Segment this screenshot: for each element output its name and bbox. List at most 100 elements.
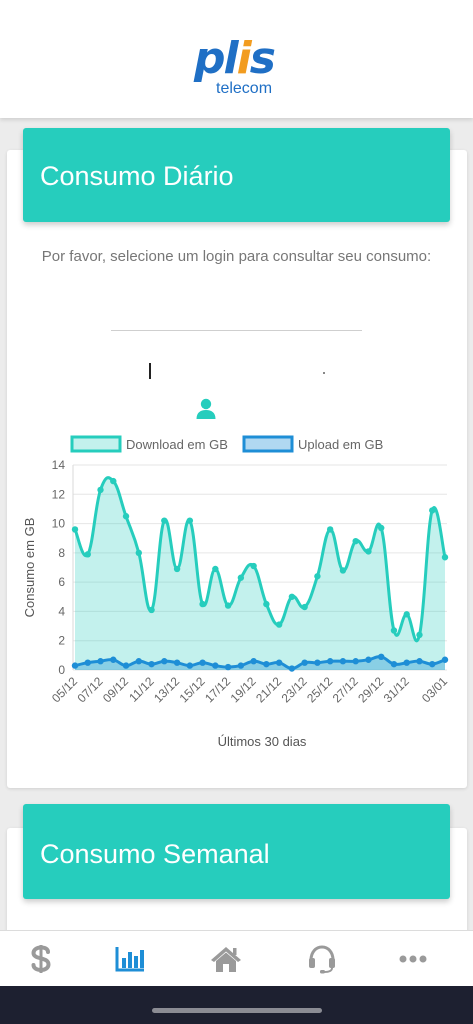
headset-icon xyxy=(309,945,335,974)
data-point xyxy=(390,627,398,634)
data-point xyxy=(250,658,257,665)
y-tick-label: 12 xyxy=(52,487,66,501)
nav-home[interactable] xyxy=(196,931,256,987)
y-tick-label: 4 xyxy=(58,604,65,618)
x-tick-label: 29/12 xyxy=(355,674,386,705)
daily-consumption-title: Consumo Diário xyxy=(40,161,234,191)
data-point xyxy=(441,656,449,663)
bottom-navigation xyxy=(0,930,473,986)
nav-billing[interactable] xyxy=(11,931,71,987)
data-point xyxy=(314,573,321,580)
data-point xyxy=(378,524,385,532)
x-tick-label: 23/12 xyxy=(279,674,310,705)
x-axis-title: Últimos 30 dias xyxy=(218,734,307,749)
data-point xyxy=(263,660,270,668)
nav-consumption[interactable] xyxy=(100,931,160,987)
data-point xyxy=(416,658,423,665)
data-point xyxy=(352,537,359,545)
dollar-icon xyxy=(31,945,51,973)
data-point xyxy=(212,662,219,669)
x-tick-label: 21/12 xyxy=(253,674,284,705)
weekly-consumption-title: Consumo Semanal xyxy=(40,839,270,869)
data-point xyxy=(212,565,219,573)
y-tick-label: 0 xyxy=(58,663,65,677)
data-point xyxy=(301,659,308,666)
data-point xyxy=(148,660,155,668)
data-point xyxy=(237,574,245,581)
x-tick-label: 05/12 xyxy=(49,674,80,705)
daily-consumption-header: Consumo Diário xyxy=(23,128,450,222)
legend-label: Download em GB xyxy=(126,437,228,452)
text-cursor xyxy=(149,363,151,379)
x-tick-label: 03/01 xyxy=(419,674,450,705)
data-point xyxy=(288,593,296,600)
data-point xyxy=(199,659,206,666)
data-point xyxy=(173,565,181,573)
data-point xyxy=(199,600,206,608)
ellipsis-icon xyxy=(399,955,427,963)
nav-more[interactable] xyxy=(383,931,443,987)
legend-label: Upload em GB xyxy=(298,437,383,452)
data-point xyxy=(135,658,142,665)
system-home-bar xyxy=(0,986,473,1024)
x-tick-label: 13/12 xyxy=(151,674,182,705)
data-point xyxy=(263,600,270,608)
data-point xyxy=(135,549,142,557)
data-point xyxy=(275,621,283,628)
data-point xyxy=(161,517,168,524)
x-tick-label: 17/12 xyxy=(202,674,233,705)
legend-swatch xyxy=(70,435,122,453)
y-tick-label: 14 xyxy=(52,458,66,472)
data-point xyxy=(339,658,347,665)
series-area-0 xyxy=(75,477,445,670)
data-point xyxy=(84,551,91,558)
data-point xyxy=(301,603,308,611)
data-point xyxy=(352,658,359,665)
legend-swatch xyxy=(242,435,294,453)
data-point xyxy=(71,526,79,533)
home-indicator[interactable] xyxy=(152,1008,322,1013)
data-point xyxy=(122,662,130,669)
data-point xyxy=(224,663,232,671)
data-point xyxy=(84,659,91,666)
data-point xyxy=(429,660,436,668)
plis-telecom-logo: plis telecom xyxy=(192,34,288,100)
daily-consumption-chart: 0 2 4 6 8 10 12 14 05/1207/1209/1211/1213/1215/1… xyxy=(22,435,450,749)
data-point xyxy=(110,656,117,663)
data-point xyxy=(161,658,168,665)
logo-wordmark: plis xyxy=(194,33,276,84)
data-point xyxy=(365,548,372,555)
data-point xyxy=(403,611,410,618)
logo-subtitle: telecom xyxy=(216,80,273,97)
x-tick-label: 07/12 xyxy=(75,674,106,705)
login-field-dot xyxy=(323,372,325,374)
data-point xyxy=(416,631,423,639)
data-point xyxy=(71,662,79,669)
home-icon xyxy=(211,947,241,972)
x-tick-label: 31/12 xyxy=(381,674,412,705)
data-point xyxy=(378,653,385,661)
nav-support[interactable] xyxy=(292,931,352,987)
weekly-consumption-header: Consumo Semanal xyxy=(23,804,450,899)
user-icon[interactable] xyxy=(195,398,217,420)
data-point xyxy=(403,659,410,666)
x-tick-label: 15/12 xyxy=(177,674,208,705)
data-point xyxy=(275,659,283,666)
data-point xyxy=(122,513,130,520)
y-tick-label: 10 xyxy=(52,517,66,531)
y-tick-label: 6 xyxy=(58,575,65,589)
data-point xyxy=(97,658,104,665)
login-select-field[interactable] xyxy=(111,330,362,331)
data-point xyxy=(237,662,245,669)
data-point xyxy=(326,526,334,533)
x-tick-label: 25/12 xyxy=(304,674,335,705)
data-point xyxy=(441,554,449,561)
x-tick-label: 27/12 xyxy=(330,674,361,705)
data-point xyxy=(224,602,232,609)
data-point xyxy=(148,606,155,614)
data-point xyxy=(339,567,347,574)
app-header: plis telecom xyxy=(0,0,473,118)
x-tick-label: 11/12 xyxy=(126,674,157,705)
data-point xyxy=(97,486,104,494)
data-point xyxy=(186,662,194,669)
